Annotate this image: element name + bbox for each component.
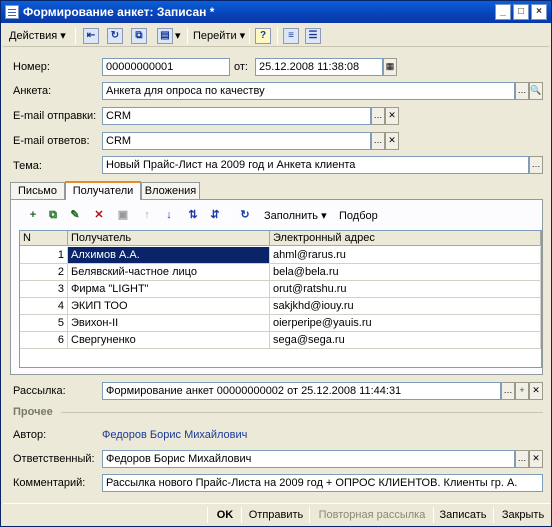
ok-button[interactable]: OK	[213, 506, 237, 524]
structure-icon[interactable]: ≡	[283, 28, 299, 44]
responsible-clear-icon[interactable]: ✕	[529, 450, 543, 468]
footer-bar: OK Отправить Повторная рассылка Записать…	[3, 503, 551, 525]
select-button[interactable]: Подбор	[339, 208, 378, 224]
calendar-icon[interactable]: ▦	[383, 58, 397, 76]
actions-menu-button[interactable]: Действия ▾	[9, 27, 66, 45]
table-row-n[interactable]: 6	[20, 332, 68, 349]
document-icon	[5, 5, 19, 19]
author-link[interactable]: Федоров Борис Михайлович	[102, 427, 247, 443]
help-button[interactable]: ?	[255, 28, 271, 44]
table-row-n[interactable]: 5	[20, 315, 68, 332]
mailing-label: Рассылка:	[13, 385, 66, 397]
sort-asc-icon[interactable]: ⇅	[185, 207, 201, 223]
survey-label: Анкета:	[13, 85, 52, 97]
comment-label: Комментарий:	[13, 477, 86, 489]
window-title: Формирование анкет: Записан *	[23, 5, 215, 19]
move-down-icon[interactable]: ↓	[161, 207, 177, 223]
responsible-field[interactable]: Федоров Борис Михайлович	[102, 450, 515, 468]
edit-row-icon[interactable]: ✎	[67, 207, 83, 223]
add-row-icon[interactable]: +	[25, 207, 41, 223]
table-row-n[interactable]: 1	[20, 247, 68, 264]
email-reply-label: E-mail ответов:	[13, 135, 90, 147]
mailing-add-icon[interactable]: +	[515, 382, 529, 400]
table-row-email[interactable]: bela@bela.ru	[270, 264, 541, 281]
table-row-recipient[interactable]: Алхимов А.А.	[68, 247, 270, 264]
table-row-recipient[interactable]: ЭКИП ТОО	[68, 298, 270, 315]
email-send-select-button[interactable]: …	[371, 107, 385, 125]
mailing-field[interactable]: Формирование анкет 00000000002 от 25.12.…	[102, 382, 501, 400]
actions-label: Действия	[9, 30, 58, 42]
tab-letter[interactable]: Письмо	[10, 182, 65, 200]
author-label: Автор:	[13, 429, 47, 441]
responsible-label: Ответственный:	[13, 453, 95, 465]
subject-field[interactable]: Новый Прайс-Лист на 2009 год и Анкета кл…	[102, 156, 529, 174]
column-header-n[interactable]: N	[20, 231, 68, 246]
close-button[interactable]: Закрыть	[497, 506, 549, 524]
subject-select-button[interactable]: …	[529, 156, 543, 174]
number-field[interactable]: 00000000001	[102, 58, 230, 76]
refresh-icon[interactable]: ↻	[107, 28, 123, 44]
email-reply-select-button[interactable]: …	[371, 132, 385, 150]
copy-icon[interactable]: ⧉	[131, 28, 147, 44]
date-field[interactable]: 25.12.2008 11:38:08	[255, 58, 383, 76]
minimize-icon[interactable]: _	[495, 4, 511, 20]
table-row-email[interactable]: sakjkhd@iouy.ru	[270, 298, 541, 315]
column-header-recipient[interactable]: Получатель	[68, 231, 270, 246]
copy-row-icon[interactable]: ⧉	[45, 207, 61, 223]
responsible-select-button[interactable]: …	[515, 450, 529, 468]
email-reply-field[interactable]: CRM	[102, 132, 371, 150]
survey-field[interactable]: Анкета для опроса по качеству	[102, 82, 515, 100]
save-button[interactable]: Записать	[436, 506, 490, 524]
subject-label: Тема:	[13, 160, 42, 172]
goto-label: Перейти	[193, 30, 237, 42]
table-row-recipient[interactable]: Белявский-частное лицо	[68, 264, 270, 281]
resend-button[interactable]: Повторная рассылка	[313, 506, 431, 524]
comment-field[interactable]: Рассылка нового Прайс-Листа на 2009 год …	[102, 474, 543, 492]
section-divider	[61, 412, 543, 413]
main-toolbar: Действия ▾ ⇤ ↻ ⧉ ▤ ▾ Перейти ▾ ? ≡ ☰	[3, 25, 549, 47]
table-row-n[interactable]: 3	[20, 281, 68, 298]
recipients-table: N Получатель Электронный адрес 1 Алхимов…	[19, 230, 542, 368]
from-label: от:	[234, 61, 248, 73]
table-row-email[interactable]: oierperipe@yauis.ru	[270, 315, 541, 332]
back-arrow-icon[interactable]: ⇤	[83, 28, 99, 44]
table-row-email[interactable]: sega@sega.ru	[270, 332, 541, 349]
title-bar: Формирование анкет: Записан * _ □ ×	[1, 1, 551, 23]
form-window: Формирование анкет: Записан * _ □ × Дейс…	[0, 0, 552, 527]
survey-open-icon[interactable]: 🔍	[529, 82, 543, 100]
fill-label: Заполнить	[264, 210, 319, 222]
table-row-email[interactable]: ahml@rarus.ru	[270, 247, 541, 264]
mailing-select-button[interactable]: …	[501, 382, 515, 400]
other-section-title: Прочее	[13, 406, 53, 418]
close-icon[interactable]: ×	[531, 4, 547, 20]
fill-menu-button[interactable]: Заполнить ▾	[264, 208, 327, 224]
table-row-recipient[interactable]: Эвихон-II	[68, 315, 270, 332]
delete-row-icon[interactable]: ✕	[91, 207, 107, 223]
end-edit-icon[interactable]: ▣	[115, 207, 131, 223]
survey-select-button[interactable]: …	[515, 82, 529, 100]
print-dropdown-arrow[interactable]: ▾	[175, 27, 181, 45]
table-row-email[interactable]: orut@ratshu.ru	[270, 281, 541, 298]
email-send-field[interactable]: CRM	[102, 107, 371, 125]
table-row-n[interactable]: 2	[20, 264, 68, 281]
refresh-grid-icon[interactable]: ↻	[237, 207, 253, 223]
email-reply-clear-icon[interactable]: ✕	[385, 132, 399, 150]
send-button[interactable]: Отправить	[245, 506, 307, 524]
tab-attachments[interactable]: Вложения	[141, 182, 200, 200]
table-row-recipient[interactable]: Фирма "LIGHT"	[68, 281, 270, 298]
mailing-clear-icon[interactable]: ✕	[529, 382, 543, 400]
goto-menu-button[interactable]: Перейти ▾	[193, 27, 245, 45]
tab-recipients[interactable]: Получатели	[65, 181, 141, 200]
email-send-label: E-mail отправки:	[13, 110, 97, 122]
number-label: Номер:	[13, 61, 50, 73]
sort-desc-icon[interactable]: ⇵	[207, 207, 223, 223]
settings-list-icon[interactable]: ☰	[305, 28, 321, 44]
move-up-icon[interactable]: ↑	[139, 207, 155, 223]
maximize-icon[interactable]: □	[513, 4, 529, 20]
email-send-clear-icon[interactable]: ✕	[385, 107, 399, 125]
print-icon[interactable]: ▤	[157, 28, 173, 44]
column-header-email[interactable]: Электронный адрес	[270, 231, 541, 246]
table-row-n[interactable]: 4	[20, 298, 68, 315]
table-row-recipient[interactable]: Свергуненко	[68, 332, 270, 349]
